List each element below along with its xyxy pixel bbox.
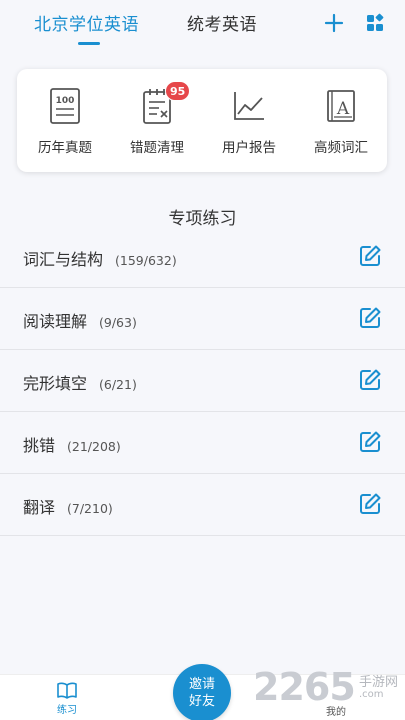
edit-icon[interactable] bbox=[358, 492, 382, 516]
practice-item-count: (6/21) bbox=[99, 377, 137, 392]
edit-icon[interactable] bbox=[358, 368, 382, 392]
tab-unified-exam-english[interactable]: 统考英语 bbox=[187, 10, 257, 35]
shortcut-past-exams[interactable]: 100 历年真题 bbox=[19, 69, 111, 172]
edit-icon[interactable] bbox=[358, 430, 382, 454]
practice-item-name: 词汇与结构 bbox=[23, 250, 104, 269]
practice-item-translation[interactable]: 翻译 (7/210) bbox=[0, 474, 405, 536]
practice-item-error-correction[interactable]: 挑错 (21/208) bbox=[0, 412, 405, 474]
invite-friends-button[interactable]: 邀请 好友 bbox=[173, 664, 231, 720]
exam-paper-icon: 100 bbox=[50, 88, 80, 124]
nav-mine[interactable]: 我的 bbox=[326, 703, 346, 718]
active-tab-indicator bbox=[78, 42, 100, 45]
shortcut-user-report[interactable]: 用户报告 bbox=[203, 69, 295, 172]
vocabulary-book-icon-text: A bbox=[336, 99, 350, 119]
practice-item-cloze[interactable]: 完形填空 (6/21) bbox=[0, 350, 405, 412]
practice-item-name: 完形填空 bbox=[23, 374, 88, 393]
practice-item-count: (9/63) bbox=[99, 315, 137, 330]
invite-line-2: 好友 bbox=[188, 694, 215, 709]
practice-item-count: (7/210) bbox=[67, 501, 113, 516]
line-chart-icon bbox=[234, 92, 264, 120]
nav-practice[interactable]: 练习 bbox=[50, 681, 84, 717]
practice-item-vocabulary-structure[interactable]: 词汇与结构 (159/632) bbox=[0, 226, 405, 288]
practice-item-name: 翻译 bbox=[23, 498, 56, 517]
tab-beijing-degree-english[interactable]: 北京学位英语 bbox=[34, 10, 139, 35]
book-icon bbox=[57, 682, 77, 699]
shortcut-label: 历年真题 bbox=[38, 140, 92, 156]
grid-icon[interactable] bbox=[364, 12, 386, 34]
exam-paper-icon-text: 100 bbox=[56, 96, 75, 106]
shortcut-wrong-questions[interactable]: 错题清理 bbox=[111, 69, 203, 172]
nav-practice-label: 练习 bbox=[57, 705, 77, 716]
practice-item-count: (21/208) bbox=[67, 439, 121, 454]
shortcut-label: 高频词汇 bbox=[314, 140, 368, 156]
practice-item-name: 阅读理解 bbox=[23, 312, 88, 331]
shortcut-label: 用户报告 bbox=[222, 140, 276, 156]
practice-item-reading[interactable]: 阅读理解 (9/63) bbox=[0, 288, 405, 350]
practice-list: 词汇与结构 (159/632) 阅读理解 (9/63) 完形填空 (6/21) 挑错 (… bbox=[0, 226, 405, 536]
shortcut-card: 100 历年真题 错题清理 用户报告 A 高频词汇 95 bbox=[17, 69, 387, 172]
edit-icon[interactable] bbox=[358, 306, 382, 330]
vocabulary-book-icon: A bbox=[327, 90, 355, 122]
shortcut-label: 错题清理 bbox=[130, 140, 184, 156]
shortcut-vocabulary[interactable]: A 高频词汇 bbox=[295, 69, 387, 172]
invite-line-1: 邀请 bbox=[188, 677, 215, 692]
practice-item-count: (159/632) bbox=[115, 253, 177, 268]
edit-icon[interactable] bbox=[358, 244, 382, 268]
plus-icon[interactable] bbox=[323, 12, 345, 34]
top-tab-bar: 北京学位英语 统考英语 bbox=[0, 0, 405, 54]
practice-item-name: 挑错 bbox=[23, 436, 56, 455]
wrong-count-badge: 95 bbox=[165, 81, 191, 101]
